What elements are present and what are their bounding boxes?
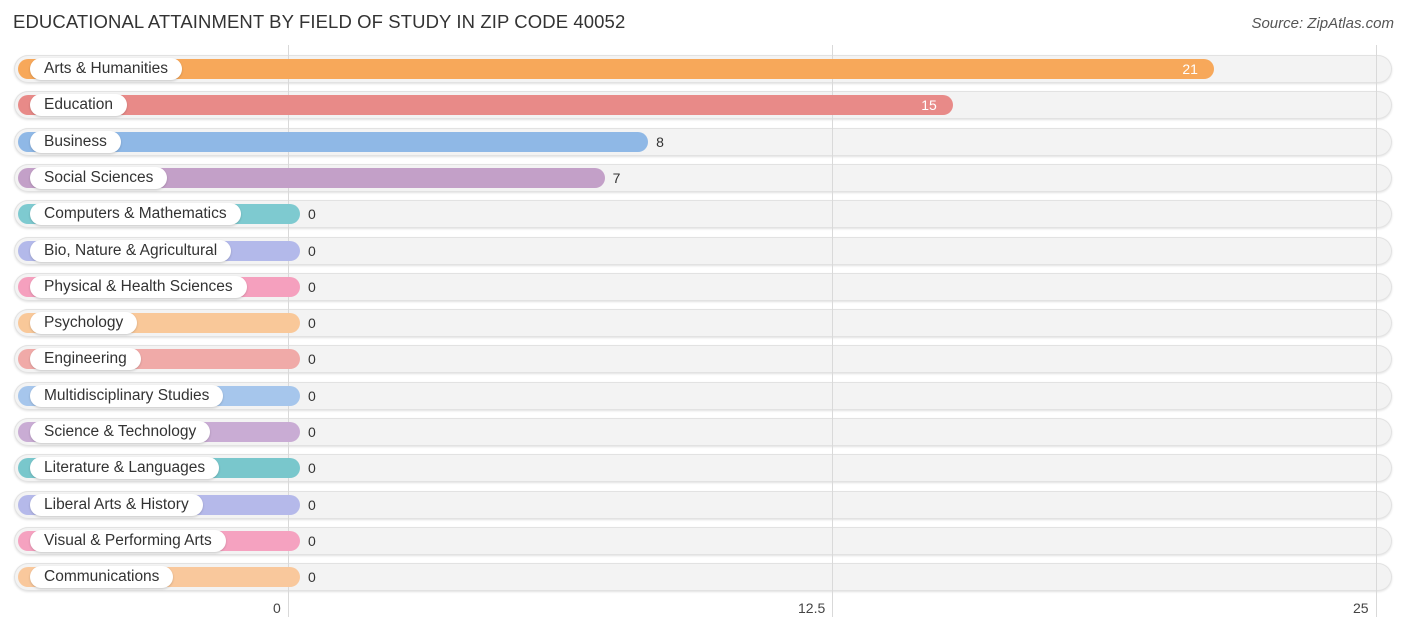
value-label: 0 bbox=[308, 424, 316, 440]
category-label: Education bbox=[30, 94, 127, 116]
bar[interactable] bbox=[18, 95, 953, 115]
category-label: Physical & Health Sciences bbox=[30, 276, 247, 298]
category-label: Computers & Mathematics bbox=[30, 203, 241, 225]
x-tick-label: 25 bbox=[1353, 600, 1369, 616]
category-label: Communications bbox=[30, 566, 174, 588]
bar[interactable] bbox=[18, 59, 1214, 79]
value-label: 0 bbox=[308, 388, 316, 404]
value-label: 0 bbox=[308, 315, 316, 331]
category-label: Bio, Nature & Agricultural bbox=[30, 240, 232, 262]
category-label: Psychology bbox=[30, 312, 138, 334]
value-label: 0 bbox=[308, 206, 316, 222]
value-label: 8 bbox=[656, 134, 664, 150]
x-tick-label: 0 bbox=[273, 600, 281, 616]
value-label: 21 bbox=[1182, 61, 1198, 77]
category-label: Arts & Humanities bbox=[30, 58, 183, 80]
category-label: Social Sciences bbox=[30, 167, 168, 189]
x-tick-label: 12.5 bbox=[798, 600, 826, 616]
gridline bbox=[832, 45, 833, 617]
bar-chart: Arts & Humanities 21 Education 15 Business 8 S… bbox=[0, 0, 1406, 631]
gridline bbox=[1376, 45, 1377, 617]
value-label: 0 bbox=[308, 533, 316, 549]
value-label: 0 bbox=[308, 243, 316, 259]
value-label: 0 bbox=[308, 460, 316, 476]
value-label: 15 bbox=[921, 97, 937, 113]
category-label: Business bbox=[30, 131, 121, 153]
value-label: 0 bbox=[308, 497, 316, 513]
value-label: 0 bbox=[308, 279, 316, 295]
category-label: Science & Technology bbox=[30, 421, 211, 443]
category-label: Visual & Performing Arts bbox=[30, 530, 226, 552]
value-label: 0 bbox=[308, 569, 316, 585]
category-label: Literature & Languages bbox=[30, 457, 220, 479]
category-label: Multidisciplinary Studies bbox=[30, 385, 224, 407]
category-label: Liberal Arts & History bbox=[30, 494, 203, 516]
value-label: 7 bbox=[612, 170, 621, 186]
category-label: Engineering bbox=[30, 348, 141, 370]
value-label: 0 bbox=[308, 351, 316, 367]
